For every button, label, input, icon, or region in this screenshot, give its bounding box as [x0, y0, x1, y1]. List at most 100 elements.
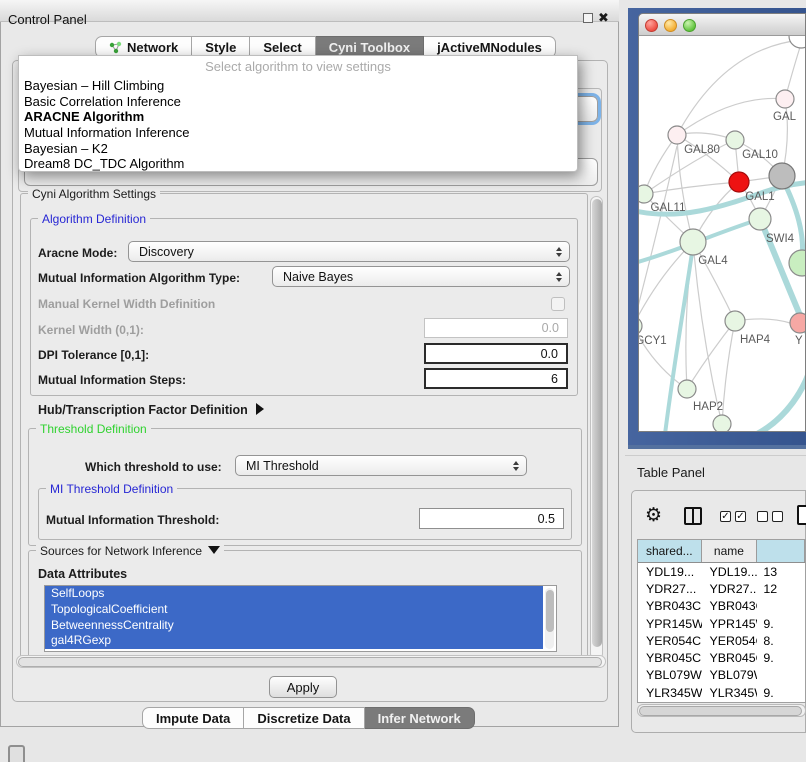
network-node-hap2[interactable] — [678, 380, 696, 398]
network-canvas[interactable]: GALGAL80GAL10GAL1GAL11SWI4GAL4GCY1HAP4YH… — [639, 36, 806, 432]
export-table-icon[interactable] — [797, 505, 806, 525]
network-node-gcy1[interactable] — [639, 317, 642, 335]
node-label: GAL — [773, 111, 797, 123]
which-threshold-select[interactable]: MI Threshold — [235, 455, 527, 476]
algorithm-options: Bayesian – Hill ClimbingBasic Correlatio… — [19, 78, 577, 172]
network-edge[interactable] — [639, 146, 677, 326]
table-cell: YDR27... — [702, 582, 758, 596]
algorithm-option[interactable]: Mutual Information Inference — [19, 125, 577, 141]
apply-button[interactable]: Apply — [269, 676, 337, 698]
table-row[interactable]: YBR045CYBR045C9. — [638, 649, 805, 666]
network-node[interactable] — [769, 163, 795, 189]
network-node[interactable] — [789, 36, 806, 48]
attribute-list-item[interactable]: BetweennessCentrality — [45, 618, 543, 634]
algorithm-option[interactable]: Bayesian – Hill Climbing — [19, 78, 577, 94]
network-node-gal10[interactable] — [726, 131, 744, 149]
network-node-gal80[interactable] — [668, 126, 686, 144]
network-edge[interactable] — [693, 242, 722, 424]
control-panel-title: Control Panel — [8, 12, 87, 27]
network-node-gal1[interactable] — [729, 172, 749, 192]
float-window-icon[interactable] — [583, 13, 593, 23]
table-horizontal-scrollbar-thumb[interactable] — [639, 706, 802, 716]
table-settings-gear-icon[interactable]: ⚙ — [645, 504, 662, 527]
minimize-traffic-light-icon[interactable] — [664, 19, 677, 32]
scrollbar-thumb[interactable] — [546, 590, 554, 632]
algorithm-option[interactable]: Basic Correlation Inference — [19, 94, 577, 110]
table-row[interactable]: YBR043CYBR043C — [638, 598, 805, 615]
column-header[interactable] — [757, 540, 805, 562]
attribute-list-item[interactable]: SelfLoops — [45, 586, 543, 602]
docked-window-icon[interactable] — [8, 745, 25, 762]
sources-legend[interactable]: Sources for Network Inference — [36, 544, 224, 558]
data-attributes-list[interactable]: SelfLoopsTopologicalCoefficientBetweenne… — [44, 585, 557, 652]
aracne-mode-select[interactable]: Discovery — [128, 241, 570, 262]
column-selector-icon[interactable] — [684, 507, 702, 525]
collapse-arrow-icon — [208, 546, 220, 554]
network-edge[interactable] — [722, 321, 735, 424]
attribute-list-item[interactable]: gal4RGexp — [45, 633, 543, 649]
kernel-width-input[interactable]: 0.0 — [424, 318, 568, 338]
table-row[interactable]: YLR345WYLR345W9. — [638, 684, 805, 701]
close-icon[interactable]: ✖ — [598, 10, 609, 26]
algorithm-option[interactable]: Bayesian – K2 — [19, 141, 577, 157]
node-attribute-table[interactable]: shared...name YDL19...YDL19...13YDR27...… — [637, 539, 806, 703]
close-traffic-light-icon[interactable] — [645, 19, 658, 32]
algorithm-dropdown-list: Select algorithm to view settings Bayesi… — [18, 55, 578, 172]
threshold-definition-legend: Threshold Definition — [36, 422, 151, 436]
network-node[interactable] — [713, 415, 731, 432]
panel-divider — [625, 455, 806, 456]
network-node-hap4[interactable] — [725, 311, 745, 331]
deselect-all-columns-icon[interactable] — [757, 511, 783, 522]
node-label: HAP4 — [740, 334, 771, 346]
zoom-traffic-light-icon[interactable] — [683, 19, 696, 32]
column-header[interactable]: name — [702, 540, 758, 562]
table-row[interactable]: YER054CYER054C8. — [638, 632, 805, 649]
network-edge-thick[interactable] — [665, 246, 693, 432]
network-node-gal11[interactable] — [639, 185, 653, 203]
tab-label: Cyni Toolbox — [329, 40, 410, 55]
network-node[interactable] — [789, 250, 806, 276]
network-node-gal[interactable] — [776, 90, 794, 108]
table-row[interactable]: YBL079WYBL079W — [638, 667, 805, 684]
select-all-columns-icon[interactable]: ✓✓ — [720, 511, 746, 522]
network-window-titlebar[interactable] — [639, 14, 806, 36]
network-node-swi4[interactable] — [749, 208, 771, 230]
table-row[interactable]: YDR27...YDR27...12 — [638, 580, 805, 597]
network-node-gal4[interactable] — [680, 229, 706, 255]
tab-impute-data[interactable]: Impute Data — [142, 707, 244, 729]
manual-kernel-width-checkbox[interactable] — [551, 297, 565, 311]
table-cell: YBR043C — [702, 599, 758, 613]
tab-infer-network[interactable]: Infer Network — [365, 707, 475, 729]
algorithm-option[interactable]: Dream8 DC_TDC Algorithm — [19, 156, 577, 172]
algorithm-option[interactable]: ARACNE Algorithm — [19, 109, 577, 125]
node-label: Y — [795, 335, 803, 347]
table-row[interactable]: YPR145WYPR145W9. — [638, 615, 805, 632]
node-label: GAL11 — [651, 202, 686, 214]
table-row[interactable]: YIL052CYIL052C9. — [638, 701, 805, 703]
sources-legend-label: Sources for Network Inference — [40, 544, 202, 558]
network-edge[interactable] — [677, 98, 785, 135]
settings-horizontal-scrollbar-thumb[interactable] — [18, 657, 602, 667]
dpi-tolerance-input[interactable]: 0.0 — [424, 343, 568, 364]
network-node-y[interactable] — [790, 313, 806, 333]
expander-arrow-icon — [256, 403, 264, 415]
attributes-scrollbar[interactable] — [545, 588, 554, 649]
cyni-algorithm-settings-legend: Cyni Algorithm Settings — [28, 187, 160, 201]
table-cell: YBL079W — [702, 668, 758, 682]
network-edge[interactable] — [644, 135, 677, 194]
tab-discretize-data[interactable]: Discretize Data — [244, 707, 364, 729]
network-edge[interactable] — [687, 321, 735, 389]
mi-steps-input[interactable]: 6 — [424, 368, 568, 389]
table-cell: 9. — [757, 651, 805, 665]
settings-vertical-scrollbar-thumb[interactable] — [592, 199, 602, 647]
attribute-list-item[interactable]: TopologicalCoefficient — [45, 602, 543, 618]
table-row[interactable]: YDL19...YDL19...13 — [638, 563, 805, 580]
mi-threshold-definition-legend: MI Threshold Definition — [46, 482, 177, 496]
hub-definition-expander[interactable]: Hub/Transcription Factor Definition — [38, 403, 264, 417]
mi-threshold-input[interactable]: 0.5 — [419, 508, 564, 529]
kernel-width-label: Kernel Width (0,1): — [38, 323, 144, 337]
column-header[interactable]: shared... — [638, 540, 702, 562]
mi-algorithm-type-select[interactable]: Naive Bayes — [272, 266, 570, 287]
network-edge-thick[interactable] — [757, 366, 806, 432]
network-edge-thick[interactable] — [782, 178, 803, 261]
